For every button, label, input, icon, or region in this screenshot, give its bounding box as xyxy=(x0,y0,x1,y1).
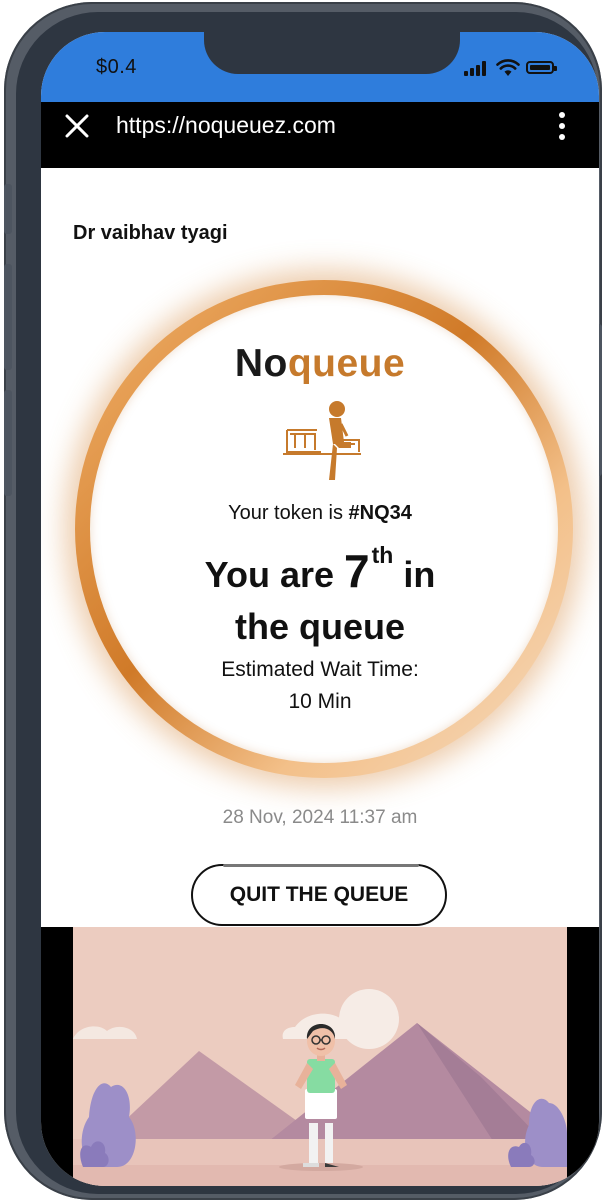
status-time: $0.4 xyxy=(96,56,137,78)
person-on-bench-icon xyxy=(283,401,361,480)
queue-position: You are 7th in xyxy=(41,542,599,598)
wifi-icon xyxy=(496,59,520,76)
timestamp: 28 Nov, 2024 11:37 am xyxy=(222,807,418,828)
brand-part-queue: queue xyxy=(287,342,406,385)
quit-queue-button[interactable]: QUIT THE QUEUE xyxy=(191,864,447,926)
position-number: 7 xyxy=(344,545,370,597)
token-prefix: Your token is xyxy=(228,502,343,524)
wait-label: Estimated Wait Time: xyxy=(221,658,419,681)
volume-down-button xyxy=(4,390,12,496)
phone-frame: $0.4 https://noqueuez.com Dr vaibhav tya… xyxy=(16,12,599,1194)
doctor-name: Dr vaibhav tyagi xyxy=(73,222,228,244)
token-number: #NQ34 xyxy=(348,502,412,524)
position-prefix: You are xyxy=(204,554,335,595)
browser-bar: https://noqueuez.com xyxy=(41,102,599,168)
queue-line: the queue xyxy=(234,606,405,647)
brand-part-no: No xyxy=(234,342,288,385)
waiting-illustration xyxy=(41,927,599,1186)
volume-up-button xyxy=(4,264,12,370)
wait-value: 10 Min xyxy=(288,690,352,713)
status-bar: $0.4 xyxy=(41,32,599,102)
url-text[interactable]: https://noqueuez.com xyxy=(116,112,336,139)
waiting-person-illustration xyxy=(73,927,567,1186)
phone-body: $0.4 https://noqueuez.com Dr vaibhav tya… xyxy=(4,2,602,1200)
battery-icon xyxy=(526,61,557,74)
phone-screen: $0.4 https://noqueuez.com Dr vaibhav tya… xyxy=(41,32,599,1186)
signal-bars-icon xyxy=(464,60,490,76)
silent-switch xyxy=(4,184,12,234)
quit-button-top-line xyxy=(223,864,419,867)
position-after: in xyxy=(403,554,436,595)
close-icon[interactable] xyxy=(63,112,91,140)
notch xyxy=(204,32,460,74)
brand-logo: Noqueue xyxy=(41,342,599,386)
position-suffix: th xyxy=(371,542,394,568)
token-line: Your token is #NQ34 xyxy=(41,502,599,525)
more-vert-icon[interactable] xyxy=(555,112,569,140)
